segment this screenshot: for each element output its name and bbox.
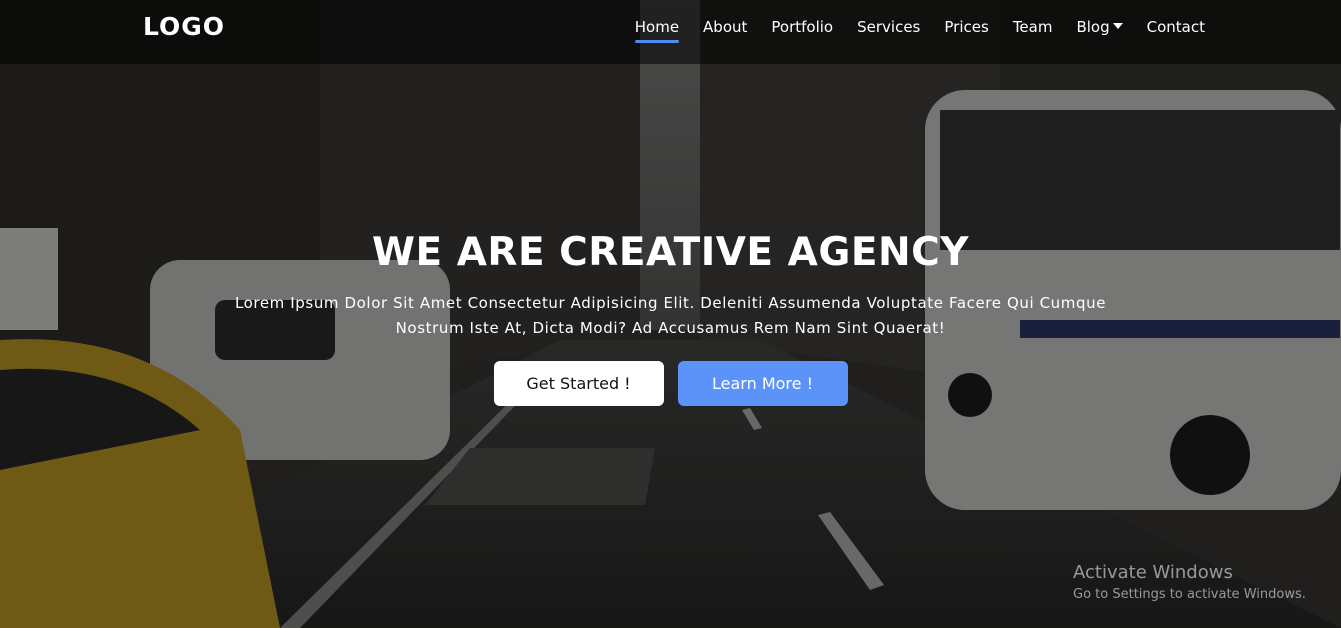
watermark-title: Activate Windows xyxy=(1073,562,1233,583)
nav-item-blog-label: Blog xyxy=(1076,18,1110,36)
nav-item-contact[interactable]: Contact xyxy=(1135,17,1217,43)
nav-item-about[interactable]: About xyxy=(691,17,759,43)
nav-item-services[interactable]: Services xyxy=(845,17,932,43)
watermark-subtitle: Go to Settings to activate Windows. xyxy=(1073,587,1306,602)
windows-activation-watermark: Activate Windows Go to Settings to activ… xyxy=(1073,562,1306,605)
nav-item-home[interactable]: Home xyxy=(623,17,691,43)
nav-item-prices[interactable]: Prices xyxy=(932,17,1000,43)
nav-item-team[interactable]: Team xyxy=(1001,17,1065,43)
hero-title: WE ARE CREATIVE AGENCY xyxy=(372,230,969,275)
top-navbar: LOGO Home About Portfolio Services Price… xyxy=(0,0,1341,64)
nav-item-blog[interactable]: Blog xyxy=(1064,17,1134,43)
hero-subtitle: Lorem Ipsum Dolor Sit Amet Consectetur A… xyxy=(234,294,1107,337)
site-logo[interactable]: LOGO xyxy=(143,12,225,41)
caret-down-icon xyxy=(1112,23,1123,29)
get-started-button[interactable]: Get Started ! xyxy=(493,361,664,406)
hero-content: WE ARE CREATIVE AGENCY Lorem Ipsum Dolor… xyxy=(0,230,1341,406)
main-navigation: Home About Portfolio Services Prices Tea… xyxy=(623,17,1217,43)
hero-button-group: Get Started ! Learn More ! xyxy=(0,361,1341,406)
hero-section: LOGO Home About Portfolio Services Price… xyxy=(0,0,1341,628)
nav-item-portfolio[interactable]: Portfolio xyxy=(759,17,845,43)
learn-more-button[interactable]: Learn More ! xyxy=(677,361,848,406)
